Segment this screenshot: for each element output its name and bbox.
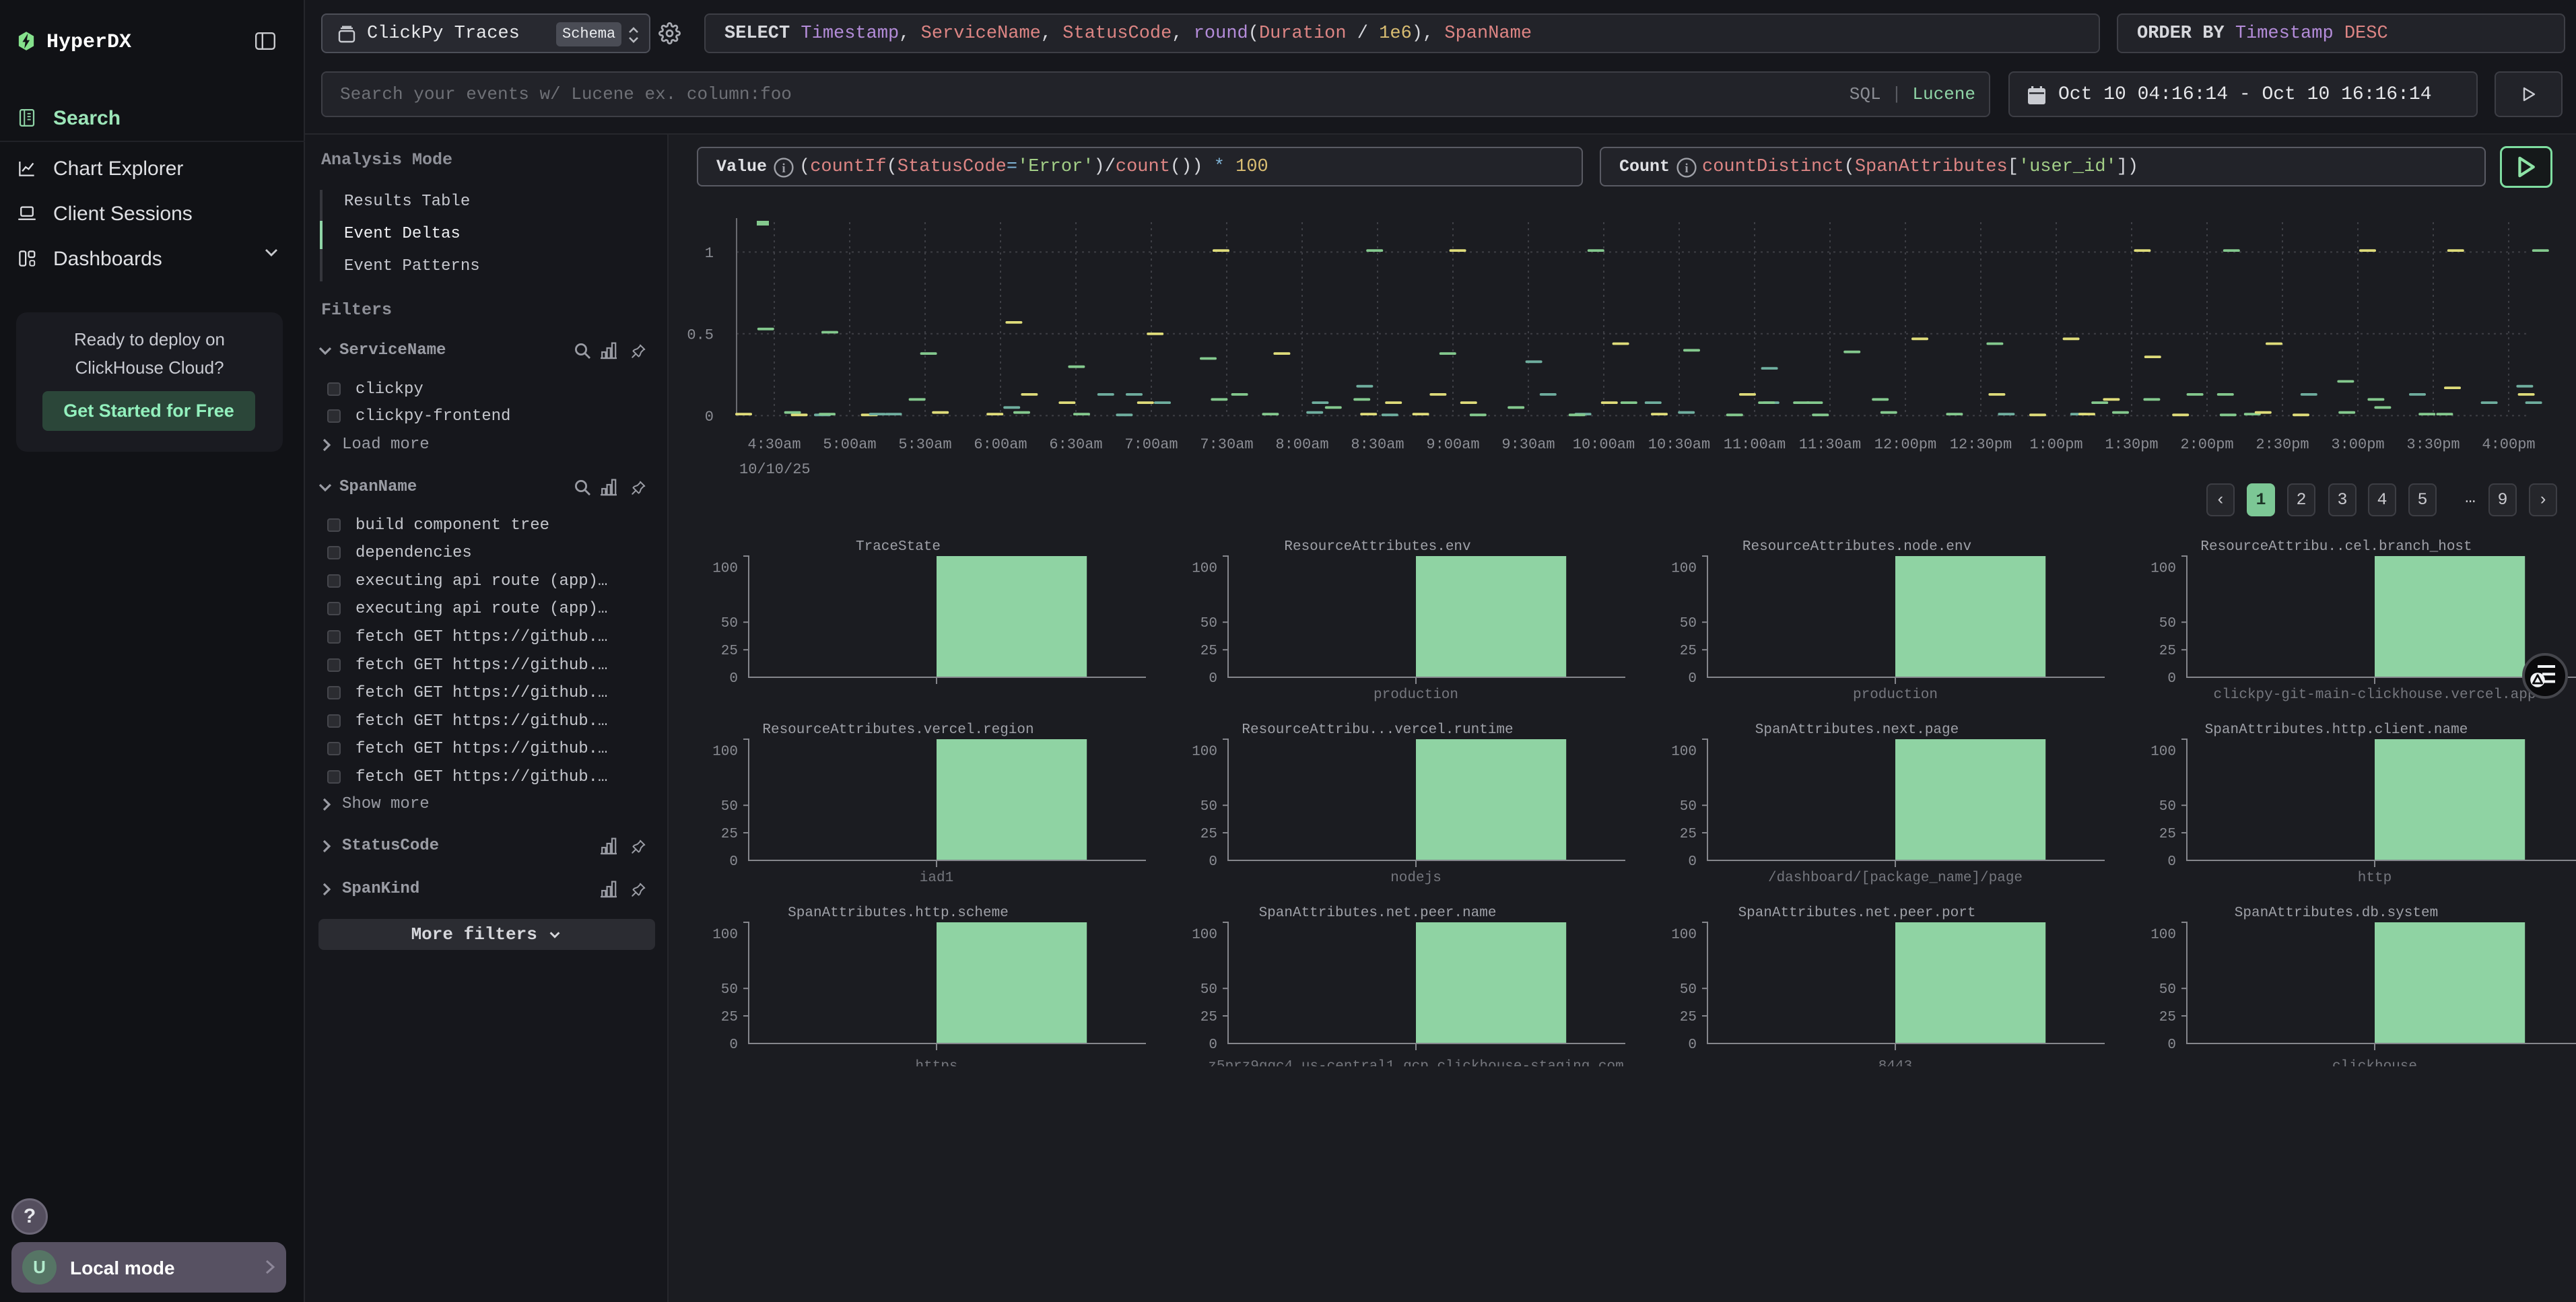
svg-text:25: 25 (1200, 1010, 1217, 1025)
svg-text:https: https (915, 1059, 957, 1066)
svg-text:iad1: iad1 (920, 870, 953, 886)
svg-text:1: 1 (705, 245, 714, 262)
svg-text:0: 0 (2167, 1037, 2176, 1053)
svg-text:100: 100 (1192, 927, 1217, 943)
svg-text:50: 50 (2159, 982, 2176, 998)
svg-text:4:00pm: 4:00pm (2482, 436, 2535, 453)
svg-text:0: 0 (1688, 1037, 1697, 1053)
svg-text:3:30pm: 3:30pm (2406, 436, 2460, 453)
svg-text:100: 100 (1671, 927, 1697, 943)
svg-text:3:00pm: 3:00pm (2331, 436, 2384, 453)
svg-text:0: 0 (1688, 854, 1697, 870)
svg-text:12:00pm: 12:00pm (1874, 436, 1936, 453)
svg-text:25: 25 (1200, 827, 1217, 842)
svg-text:4:30am: 4:30am (747, 436, 801, 453)
svg-text:5:00am: 5:00am (823, 436, 876, 453)
svg-text:SpanAttributes.http.client.nam: SpanAttributes.http.client.name (2205, 722, 2468, 738)
svg-text:25: 25 (1200, 644, 1217, 659)
svg-text:1:30pm: 1:30pm (2105, 436, 2158, 453)
svg-text:50: 50 (2159, 799, 2176, 815)
svg-text:50: 50 (1200, 616, 1217, 631)
svg-text:nodejs: nodejs (1390, 870, 1442, 886)
svg-text:SpanAttributes.net.peer.port: SpanAttributes.net.peer.port (1738, 905, 1976, 921)
svg-text:0: 0 (2167, 671, 2176, 687)
svg-text:25: 25 (721, 1010, 738, 1025)
svg-text:6:30am: 6:30am (1049, 436, 1102, 453)
svg-text:100: 100 (1192, 744, 1217, 759)
svg-text:0: 0 (1209, 1037, 1217, 1053)
svg-text:0: 0 (1209, 671, 1217, 687)
svg-text:SpanAttributes.net.peer.name: SpanAttributes.net.peer.name (1259, 905, 1497, 921)
svg-text:SpanAttributes.next.page: SpanAttributes.next.page (1755, 722, 1959, 738)
svg-text:50: 50 (2159, 616, 2176, 631)
svg-text:production: production (1853, 687, 1938, 703)
svg-text:9:00am: 9:00am (1426, 436, 1479, 453)
svg-text:100: 100 (1671, 744, 1697, 759)
svg-text:0: 0 (729, 671, 738, 687)
svg-text:50: 50 (1680, 799, 1697, 815)
svg-text:0: 0 (1688, 671, 1697, 687)
svg-text:ResourceAttributes.env: ResourceAttributes.env (1284, 539, 1470, 555)
svg-text:11:00am: 11:00am (1724, 436, 1786, 453)
svg-text:100: 100 (1192, 561, 1217, 576)
svg-text:clickpy-git-main-clickhouse.ve: clickpy-git-main-clickhouse.vercel.app (2214, 687, 2536, 703)
svg-text:50: 50 (721, 799, 738, 815)
svg-text:50: 50 (721, 616, 738, 631)
svg-text:11:30am: 11:30am (1799, 436, 1861, 453)
svg-text:/dashboard/[package_name]/page: /dashboard/[package_name]/page (1768, 870, 2023, 886)
svg-text:10:30am: 10:30am (1648, 436, 1710, 453)
svg-text:0: 0 (1209, 854, 1217, 870)
svg-text:1:00pm: 1:00pm (2029, 436, 2082, 453)
svg-text:TraceState: TraceState (856, 539, 941, 555)
svg-text:100: 100 (2150, 561, 2176, 576)
svg-text:7:00am: 7:00am (1124, 436, 1178, 453)
svg-text:50: 50 (1200, 982, 1217, 998)
svg-text:2:00pm: 2:00pm (2180, 436, 2233, 453)
svg-text:7:30am: 7:30am (1200, 436, 1253, 453)
svg-text:0: 0 (729, 1037, 738, 1053)
svg-text:25: 25 (2159, 1010, 2176, 1025)
svg-text:100: 100 (712, 927, 738, 943)
svg-text:2:30pm: 2:30pm (2256, 436, 2309, 453)
svg-text:100: 100 (1671, 561, 1697, 576)
svg-text:25: 25 (2159, 644, 2176, 659)
svg-text:8443: 8443 (1878, 1059, 1912, 1066)
svg-text:8:30am: 8:30am (1351, 436, 1404, 453)
svg-text:50: 50 (1680, 616, 1697, 631)
svg-text:ResourceAttributes.node.env: ResourceAttributes.node.env (1742, 539, 1971, 555)
svg-text:25: 25 (1680, 827, 1697, 842)
svg-text:0: 0 (729, 854, 738, 870)
svg-text:12:30pm: 12:30pm (1950, 436, 2012, 453)
svg-text:25: 25 (2159, 827, 2176, 842)
svg-text:0: 0 (705, 409, 714, 425)
svg-text:10/10/25: 10/10/25 (739, 461, 811, 478)
svg-text:25: 25 (721, 827, 738, 842)
svg-text:production: production (1374, 687, 1458, 703)
svg-text:10:00am: 10:00am (1573, 436, 1635, 453)
svg-text:6:00am: 6:00am (974, 436, 1027, 453)
svg-text:5:30am: 5:30am (898, 436, 951, 453)
svg-text:8:00am: 8:00am (1275, 436, 1328, 453)
svg-text:ResourceAttributes.vercel.regi: ResourceAttributes.vercel.region (762, 722, 1033, 738)
svg-text:SpanAttributes.db.system: SpanAttributes.db.system (2235, 905, 2438, 921)
svg-text:100: 100 (2150, 744, 2176, 759)
svg-text:100: 100 (712, 744, 738, 759)
svg-text:50: 50 (1680, 982, 1697, 998)
svg-text:0.5: 0.5 (687, 327, 714, 344)
svg-text:25: 25 (1680, 644, 1697, 659)
svg-text:9:30am: 9:30am (1501, 436, 1555, 453)
svg-text:100: 100 (2150, 927, 2176, 943)
svg-text:http: http (2358, 870, 2392, 886)
svg-text:SpanAttributes.http.scheme: SpanAttributes.http.scheme (788, 905, 1009, 921)
svg-text:z5prz9ggc4.us-central1.gcp.cli: z5prz9ggc4.us-central1.gcp.clickhouse-st… (1208, 1059, 1624, 1066)
svg-text:ResourceAttribu...vercel.runti: ResourceAttribu...vercel.runtime (1242, 722, 1513, 738)
svg-text:0: 0 (2167, 854, 2176, 870)
svg-text:100: 100 (712, 561, 738, 576)
svg-text:ResourceAttribu..cel.branch_ho: ResourceAttribu..cel.branch_host (2200, 539, 2472, 555)
svg-text:25: 25 (721, 644, 738, 659)
svg-text:50: 50 (721, 982, 738, 998)
svg-text:clickhouse: clickhouse (2332, 1059, 2417, 1066)
svg-text:25: 25 (1680, 1010, 1697, 1025)
svg-text:50: 50 (1200, 799, 1217, 815)
